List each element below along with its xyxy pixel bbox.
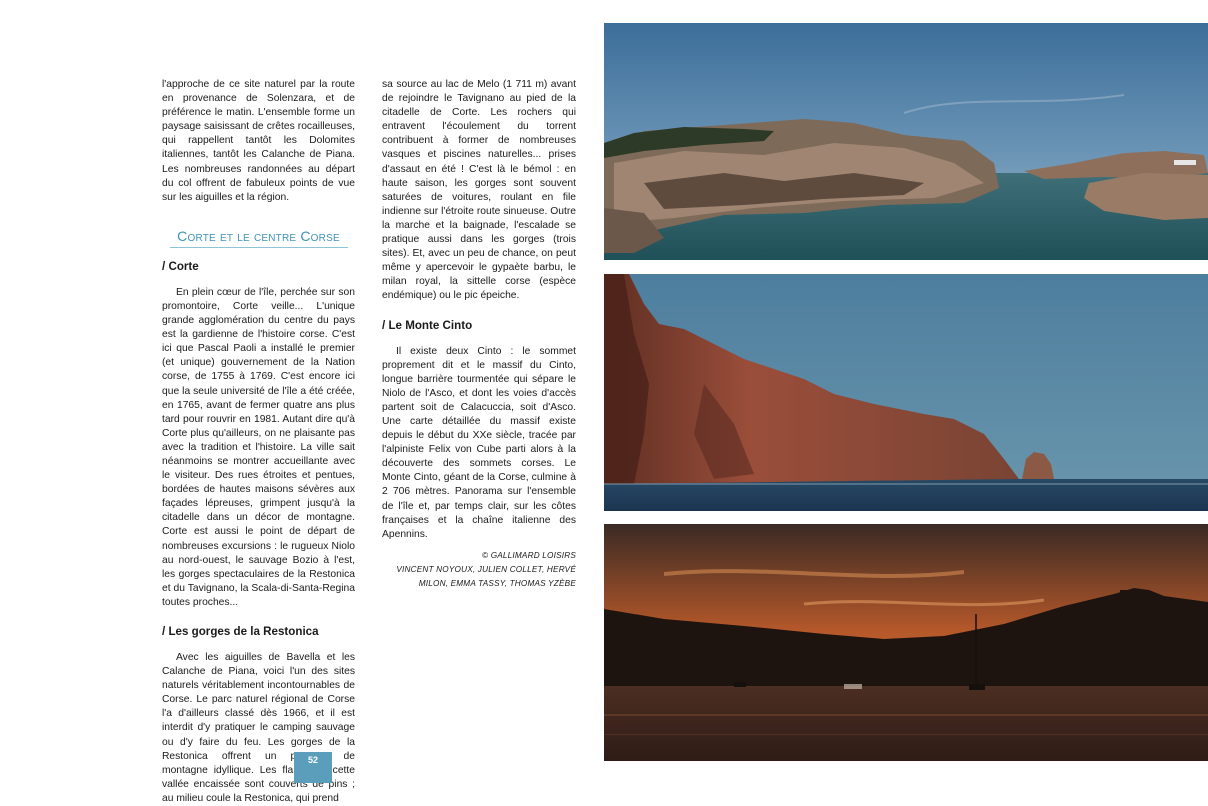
credit-line: MILON, EMMA TASSY, THOMAS YZÈBE (418, 579, 576, 588)
photo-granite-coast (604, 23, 1208, 260)
intro-paragraph: l'approche de ce site naturel par la rou… (162, 79, 355, 203)
photo-red-cliffs (604, 274, 1208, 511)
photo-sunset-bay-image (604, 524, 1208, 761)
section-title: Corte et le centre Corse (177, 227, 340, 244)
page-number-badge: 52 (294, 752, 332, 783)
credit-line: © GALLIMARD LOISIRS (481, 550, 576, 560)
section-title-underline (169, 246, 348, 248)
credit-line: VINCENT NOYOUX, JULIEN COLLET, HERVÉ (396, 564, 576, 574)
text-column-left: l'approche de ce site naturel par la rou… (162, 78, 355, 806)
photo-sunset-bay (604, 524, 1208, 761)
monte-cinto-paragraph: Il existe deux Cinto : le sommet proprem… (382, 345, 576, 540)
photo-granite-coast-image (604, 23, 1208, 260)
page-number: 52 (307, 755, 318, 765)
photo-credit: © GALLIMARD LOISIRS VINCENT NOYOUX, JULI… (382, 549, 576, 591)
monte-cinto-heading: / Le Monte Cinto (382, 318, 473, 332)
corte-paragraph: En plein cœur de l'île, perchée sur son … (162, 286, 355, 608)
photo-red-cliffs-image (604, 274, 1208, 511)
restonica-continuation-paragraph: sa source au lac de Melo (1 711 m) avant… (382, 79, 576, 302)
text-column-right: sa source au lac de Melo (1 711 m) avant… (382, 78, 576, 591)
corte-heading: / Corte (162, 259, 199, 273)
restonica-heading: / Les gorges de la Restonica (162, 625, 319, 638)
